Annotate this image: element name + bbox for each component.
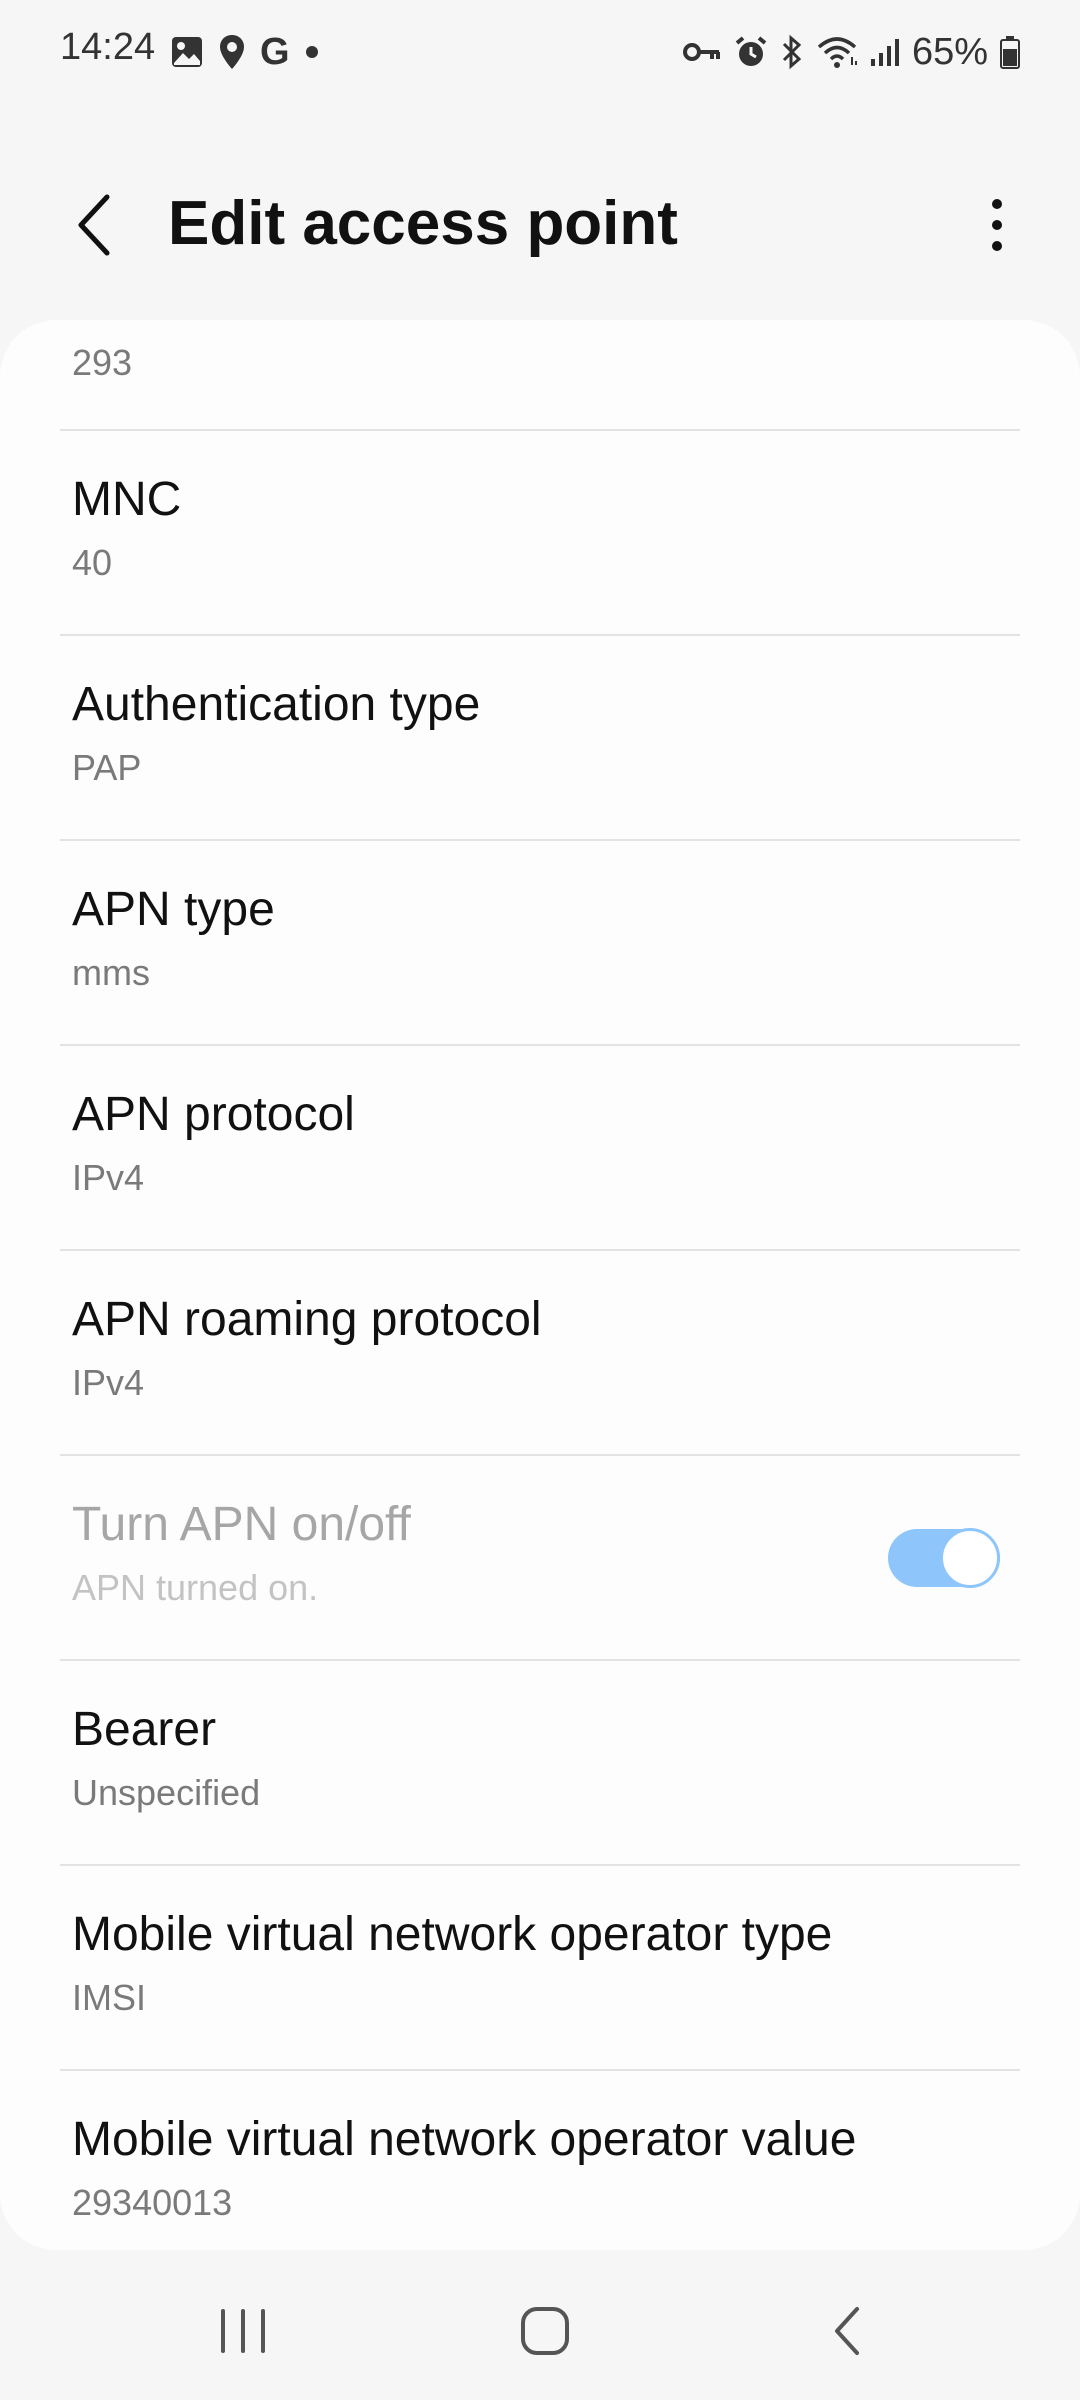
back-button[interactable] bbox=[60, 190, 130, 260]
setting-item-apn-roaming-protocol[interactable]: APN roaming protocol IPv4 bbox=[0, 1250, 1080, 1455]
setting-value: PAP bbox=[72, 747, 142, 788]
home-icon bbox=[521, 2307, 569, 2355]
status-bar: 14:24 G 65% bbox=[0, 0, 1080, 104]
wifi-icon bbox=[816, 35, 858, 69]
more-vertical-icon bbox=[992, 199, 1002, 251]
google-letter: G bbox=[260, 30, 290, 73]
setting-value: IPv4 bbox=[72, 1157, 145, 1198]
setting-value: 29340013 bbox=[72, 2182, 233, 2223]
bluetooth-icon bbox=[780, 34, 804, 70]
setting-item-apn-type[interactable]: APN type mms bbox=[0, 840, 1080, 1045]
recents-button[interactable] bbox=[198, 2286, 288, 2376]
setting-item-mvno-type[interactable]: Mobile virtual network operator type IMS… bbox=[0, 1865, 1080, 2070]
setting-title: Mobile virtual network operator value bbox=[72, 2113, 857, 2166]
status-time: 14:24 bbox=[60, 26, 156, 68]
google-icon: G bbox=[260, 31, 290, 74]
setting-item-mcc[interactable]: 293 bbox=[0, 320, 1080, 430]
back-arrow-icon bbox=[78, 194, 110, 256]
setting-title: Authentication type bbox=[72, 678, 481, 731]
setting-title: MNC bbox=[72, 473, 182, 526]
notification-icons: G bbox=[170, 30, 334, 74]
setting-value: Unspecified bbox=[72, 1772, 261, 1813]
setting-item-apn-protocol[interactable]: APN protocol IPv4 bbox=[0, 1045, 1080, 1250]
recents-icon bbox=[221, 2309, 265, 2353]
toggle-knob bbox=[940, 1528, 1000, 1588]
setting-title: APN roaming protocol bbox=[72, 1293, 542, 1346]
setting-value: mms bbox=[72, 952, 150, 993]
setting-title: Mobile virtual network operator type bbox=[72, 1908, 833, 1961]
back-icon bbox=[835, 2307, 859, 2355]
setting-title: Bearer bbox=[72, 1703, 217, 1756]
navigation-bar bbox=[0, 2262, 1080, 2400]
setting-title: APN type bbox=[72, 883, 275, 936]
alarm-icon bbox=[734, 35, 768, 69]
vpn-key-icon bbox=[682, 40, 722, 64]
gallery-icon bbox=[170, 35, 204, 69]
setting-value: 293 bbox=[72, 342, 133, 383]
page-title: Edit access point bbox=[168, 189, 678, 258]
settings-card: 293 MNC 40 Authentication type PAP APN t… bbox=[0, 320, 1080, 2250]
setting-title: APN protocol bbox=[72, 1088, 355, 1141]
setting-value: IMSI bbox=[72, 1977, 147, 2018]
setting-title: Turn APN on/off bbox=[72, 1498, 411, 1551]
setting-item-mvno-value[interactable]: Mobile virtual network operator value 29… bbox=[0, 2070, 1080, 2250]
setting-item-turn-apn-on-off: Turn APN on/off APN turned on. bbox=[0, 1455, 1080, 1660]
system-status-icons: 65% bbox=[670, 30, 1020, 74]
setting-value: APN turned on. bbox=[72, 1567, 319, 1608]
signal-icon bbox=[870, 37, 900, 67]
location-icon bbox=[218, 33, 246, 71]
home-button[interactable] bbox=[500, 2286, 590, 2376]
setting-value: IPv4 bbox=[72, 1362, 145, 1403]
setting-item-mnc[interactable]: MNC 40 bbox=[0, 430, 1080, 635]
dot-icon bbox=[304, 44, 320, 60]
more-options-button[interactable] bbox=[972, 190, 1022, 260]
battery-percent: 65% bbox=[911, 30, 988, 73]
battery-icon bbox=[1000, 35, 1020, 69]
setting-item-bearer[interactable]: Bearer Unspecified bbox=[0, 1660, 1080, 1865]
apn-toggle-switch[interactable] bbox=[888, 1528, 1000, 1588]
setting-value: 40 bbox=[72, 542, 113, 583]
setting-item-authentication-type[interactable]: Authentication type PAP bbox=[0, 635, 1080, 840]
app-bar: Edit access point bbox=[0, 170, 1080, 280]
nav-back-button[interactable] bbox=[802, 2286, 892, 2376]
